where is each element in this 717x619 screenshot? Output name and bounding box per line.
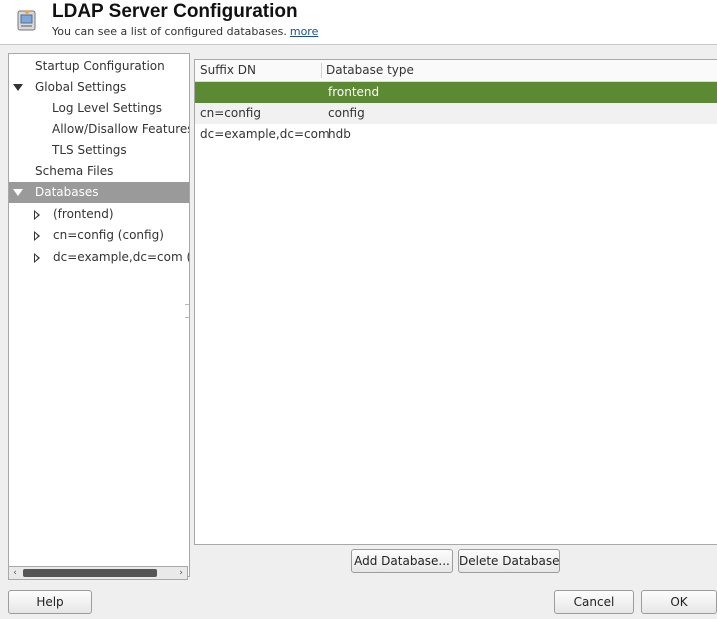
tree-item-label: Startup Configuration [35,59,165,73]
navigation-tree: Startup Configuration Global Settings Lo… [8,53,190,577]
panel-splitter[interactable] [185,304,189,318]
collapsed-arrow-icon[interactable] [34,253,40,263]
more-link[interactable]: more [290,25,319,38]
main-area: Startup Configuration Global Settings Lo… [0,44,717,619]
ok-button[interactable]: OK [641,590,717,614]
tree-horizontal-scrollbar[interactable]: ‹ › [8,566,188,580]
cell-database-type: frontend [328,85,380,99]
cell-database-type: hdb [328,127,351,141]
tree-item-label: Global Settings [35,80,127,94]
tree-item-label: Log Level Settings [52,101,162,115]
collapsed-arrow-icon[interactable] [34,231,40,241]
tree-item-frontend[interactable]: (frontend) [9,204,189,225]
page-title: LDAP Server Configuration [52,1,298,22]
column-header-suffix-dn[interactable]: Suffix DN [200,60,256,81]
tree-item-dc-example[interactable]: dc=example,dc=com (h [9,247,189,268]
tree-item-label: Databases [35,185,99,199]
tree-item-log-level-settings[interactable]: Log Level Settings [9,98,189,119]
tree-item-allow-disallow-features[interactable]: Allow/Disallow Features [9,119,189,140]
delete-database-button[interactable]: Delete Database [458,549,560,573]
tree-item-label: Schema Files [35,164,114,178]
expanded-arrow-icon[interactable] [13,189,23,196]
table-header: Suffix DN Database type [195,60,717,82]
tree-item-label: cn=config (config) [53,228,164,242]
ldap-server-icon [17,10,36,31]
column-divider[interactable] [321,63,322,78]
tree-item-label: Allow/Disallow Features [52,122,190,136]
tree-item-startup-configuration[interactable]: Startup Configuration [9,56,189,77]
tree-item-databases[interactable]: Databases [9,182,189,203]
tree-item-label: dc=example,dc=com (h [53,250,190,264]
tree-item-schema-files[interactable]: Schema Files [9,161,189,182]
column-header-database-type[interactable]: Database type [326,60,414,81]
add-database-button[interactable]: Add Database... [351,549,453,573]
cell-suffix-dn: dc=example,dc=com [200,127,330,141]
databases-table: Suffix DN Database type frontend cn=conf… [194,59,717,545]
cancel-button[interactable]: Cancel [554,590,634,614]
scroll-left-arrow-icon[interactable]: ‹ [9,567,21,579]
scrollbar-thumb[interactable] [23,569,157,577]
tree-item-label: (frontend) [53,207,114,221]
tree-item-tls-settings[interactable]: TLS Settings [9,140,189,161]
scroll-right-arrow-icon[interactable]: › [175,567,187,579]
cell-suffix-dn: cn=config [200,106,261,120]
cell-database-type: config [328,106,365,120]
tree-item-label: TLS Settings [52,143,127,157]
table-row[interactable]: frontend [195,82,717,103]
tree-item-global-settings[interactable]: Global Settings [9,77,189,98]
tree-item-cn-config[interactable]: cn=config (config) [9,225,189,246]
expanded-arrow-icon[interactable] [13,84,23,91]
table-row[interactable]: cn=config config [195,103,717,124]
collapsed-arrow-icon[interactable] [34,210,40,220]
page-subtitle: You can see a list of configured databas… [52,25,318,38]
dialog-header: LDAP Server Configuration You can see a … [0,0,717,44]
help-button[interactable]: Help [8,590,92,614]
subtitle-text: You can see a list of configured databas… [52,25,287,38]
table-row[interactable]: dc=example,dc=com hdb [195,124,717,145]
